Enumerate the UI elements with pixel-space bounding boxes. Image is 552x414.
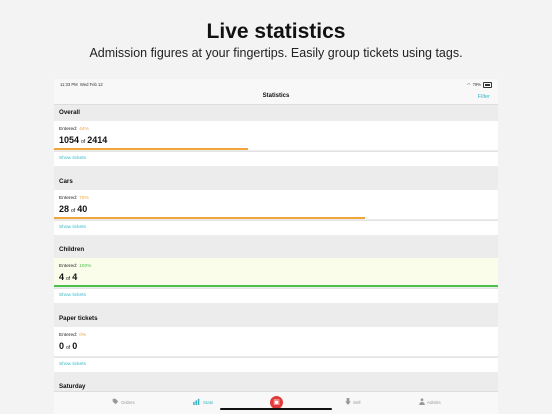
stat-card-overall: Entered: 44% 1054 of 2414 [54,121,498,150]
entered-percent: 44% [79,127,89,132]
tag-icon [112,398,119,406]
scan-icon: ▣ [273,399,280,406]
progress-bar [54,285,498,287]
progress-bar [54,217,365,219]
entered-count: 0 of 0 [59,341,78,351]
show-tickets-link[interactable]: Show tickets [54,288,498,303]
battery-percent: 79% [472,82,481,88]
show-tickets-link[interactable]: Show tickets [54,220,498,235]
home-indicator [220,408,332,410]
device-screen: 11:33 PM Wed Feb 12 ◠ 79% Statistics Fil… [54,79,498,414]
tab-orders[interactable]: Orders [112,398,135,406]
progress-bar [54,148,248,150]
tab-admits[interactable]: Admits [419,398,441,406]
entered-percent: 0% [79,333,87,338]
battery-icon [483,82,492,88]
entered-line: Entered: 44% [59,127,89,132]
section-header: Cars [59,178,73,185]
wifi-icon: ◠ [466,82,471,88]
hero-title: Live statistics [206,20,346,43]
status-time: 11:33 PM Wed Feb 12 [60,82,103,87]
nav-bar: Statistics Filter [54,90,498,105]
section-header: Overall [59,109,80,116]
section-header: Children [59,246,85,253]
tab-stats[interactable]: Stats [193,398,213,406]
download-icon [345,398,351,406]
page-title: Statistics [262,93,290,99]
entered-percent: 100% [79,264,92,269]
stat-card-children: Entered: 100% 4 of 4 [54,258,498,287]
entered-count: 4 of 4 [59,272,78,282]
section-header: Paper tickets [59,315,98,322]
entered-count: 28 of 40 [59,204,88,214]
status-right: ◠ 79% [467,82,492,88]
person-icon [419,398,425,406]
stat-card-paper-tickets: Entered: 0% 0 of 0 [54,327,498,356]
hero-subtitle: Admission figures at your fingertips. Ea… [89,46,463,60]
section-header: Saturday [59,383,86,390]
stat-card-cars: Entered: 70% 28 of 40 [54,190,498,219]
tab-sell[interactable]: Sell [345,398,361,406]
entered-percent: 70% [79,196,89,201]
tab-bar: Orders Stats ▣ Sell Admits [54,391,498,414]
entered-count: 1054 of 2414 [59,135,108,145]
show-tickets-link[interactable]: Show tickets [54,357,498,372]
chart-icon [193,398,201,406]
entered-line: Entered: 0% [59,333,87,338]
status-bar: 11:33 PM Wed Feb 12 ◠ 79% [54,79,498,90]
entered-line: Entered: 100% [59,264,92,269]
show-tickets-link[interactable]: Show tickets [54,151,498,166]
filter-button[interactable]: Filter [478,94,490,100]
entered-line: Entered: 70% [59,196,89,201]
